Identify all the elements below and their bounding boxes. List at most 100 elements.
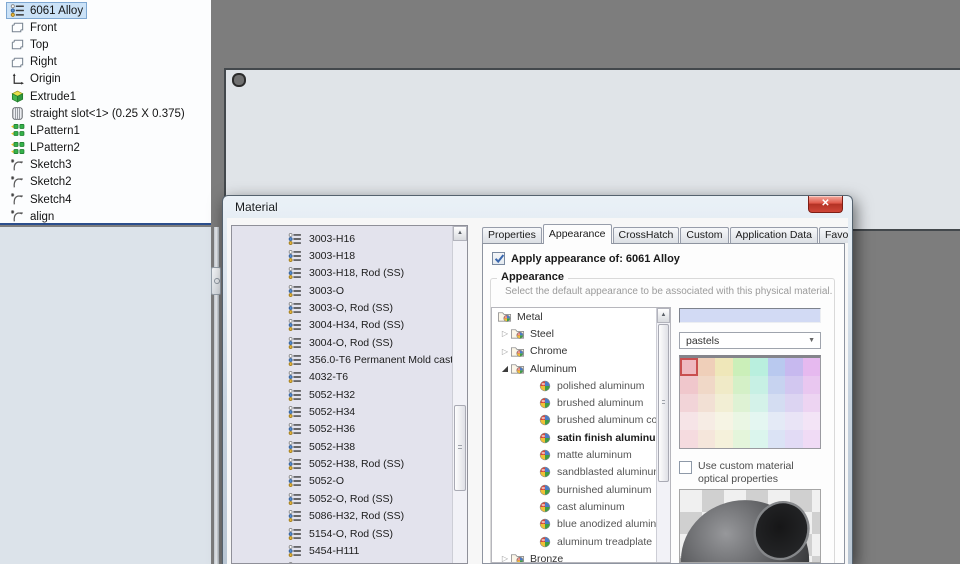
palette-color-cell[interactable] — [680, 358, 698, 376]
material-list-item[interactable]: 3003-H16 — [232, 230, 467, 247]
palette-color-cell[interactable] — [680, 430, 698, 448]
palette-color-cell[interactable] — [697, 412, 715, 430]
feature-tree-item[interactable]: Right — [0, 54, 211, 71]
material-list-item[interactable]: 5154-O, Rod (SS) — [232, 525, 467, 542]
feature-tree-item[interactable]: Sketch3 — [0, 157, 211, 174]
palette-color-cell[interactable] — [715, 376, 733, 394]
feature-tree-item[interactable]: align — [0, 208, 211, 225]
feature-tree-item-box[interactable]: 6061 Alloy — [6, 2, 88, 20]
appearance-tree-item[interactable]: aluminum treadplate — [492, 533, 670, 550]
appearance-tree-item[interactable]: polished aluminum — [492, 377, 670, 394]
feature-tree-item-box[interactable]: Extrude1 — [6, 88, 80, 105]
palette-color-cell[interactable] — [697, 394, 715, 412]
material-list-item[interactable]: 3004-H34, Rod (SS) — [232, 317, 467, 334]
palette-color-cell[interactable] — [785, 412, 803, 430]
material-list-item[interactable]: 5052-O, Rod (SS) — [232, 490, 467, 507]
feature-tree-item[interactable]: straight slot<1> (0.25 X 0.375) — [0, 105, 211, 122]
palette-color-cell[interactable] — [680, 412, 698, 430]
appearance-tree-item[interactable]: blue anodized aluminum — [492, 516, 670, 533]
feature-tree-item[interactable]: Sketch2 — [0, 174, 211, 191]
palette-color-cell[interactable] — [750, 394, 768, 412]
palette-color-cell[interactable] — [680, 394, 698, 412]
palette-color-cell[interactable] — [697, 376, 715, 394]
feature-tree-item-box[interactable]: Front — [6, 19, 61, 36]
apply-appearance-checkbox[interactable] — [492, 252, 505, 265]
apply-appearance-row[interactable]: Apply appearance of: 6061 Alloy — [492, 252, 680, 265]
appearance-tree-scrollbar[interactable]: ▲ — [656, 308, 670, 562]
appearance-tree-item[interactable]: ▷ Bronze — [492, 550, 670, 562]
palette-color-cell[interactable] — [732, 376, 750, 394]
palette-color-cell[interactable] — [732, 412, 750, 430]
material-list-item[interactable]: 3003-O, Rod (SS) — [232, 299, 467, 316]
expander-collapsed-icon[interactable]: ▷ — [500, 329, 510, 338]
appearance-tree-item[interactable]: brushed aluminum — [492, 394, 670, 411]
palette-color-cell[interactable] — [715, 412, 733, 430]
appearance-tree-item[interactable]: ▷ Chrome — [492, 343, 670, 360]
feature-tree-item[interactable]: LPattern1 — [0, 122, 211, 139]
scroll-up-icon[interactable]: ▲ — [657, 308, 670, 323]
feature-tree-item-box[interactable]: Sketch4 — [6, 191, 76, 208]
palette-color-cell[interactable] — [750, 430, 768, 448]
material-list-item[interactable]: 5454-H111 — [232, 542, 467, 559]
palette-color-cell[interactable] — [732, 358, 750, 376]
feature-tree-item[interactable]: Front — [0, 19, 211, 36]
material-list-item[interactable]: 5052-H34 — [232, 403, 467, 420]
appearance-tree-item[interactable]: matte aluminum — [492, 446, 670, 463]
appearance-tree-item[interactable]: satin finish aluminum — [492, 429, 670, 446]
appearance-tree-item[interactable]: brushed aluminum coarse — [492, 412, 670, 429]
palette-color-cell[interactable] — [802, 412, 820, 430]
feature-tree-item-box[interactable]: straight slot<1> (0.25 X 0.375) — [6, 105, 189, 122]
feature-tree-item[interactable]: LPattern2 — [0, 140, 211, 157]
material-list-item[interactable]: 5052-H38 — [232, 438, 467, 455]
tab-appearance[interactable]: Appearance — [542, 224, 612, 244]
palette-color-cell[interactable] — [767, 358, 785, 376]
material-list-item[interactable]: 5454-H112 — [232, 560, 467, 563]
palette-color-cell[interactable] — [785, 358, 803, 376]
expander-expanded-icon[interactable]: ◢ — [500, 364, 510, 373]
feature-tree-item-box[interactable]: Sketch3 — [6, 157, 76, 174]
palette-color-cell[interactable] — [750, 412, 768, 430]
palette-color-cell[interactable] — [767, 394, 785, 412]
palette-color-cell[interactable] — [697, 430, 715, 448]
appearance-tree-item[interactable]: sandblasted aluminum — [492, 464, 670, 481]
palette-color-cell[interactable] — [785, 376, 803, 394]
appearance-tree-item[interactable]: cast aluminum — [492, 498, 670, 515]
feature-tree-item[interactable]: Extrude1 — [0, 88, 211, 105]
palette-color-cell[interactable] — [750, 358, 768, 376]
feature-tree-item-box[interactable]: LPattern1 — [6, 122, 84, 139]
palette-color-cell[interactable] — [785, 394, 803, 412]
palette-color-cell[interactable] — [680, 376, 698, 394]
appearance-tree-item[interactable]: Metal — [492, 308, 670, 325]
palette-color-cell[interactable] — [697, 358, 715, 376]
appearance-tree-item[interactable]: burnished aluminum — [492, 481, 670, 498]
material-list-item[interactable]: 3003-H18 — [232, 247, 467, 264]
material-list-item[interactable]: 3003-H18, Rod (SS) — [232, 265, 467, 282]
palette-color-cell[interactable] — [732, 394, 750, 412]
custom-optical-row[interactable]: Use custom material optical properties — [679, 460, 821, 486]
slot-feature-shape[interactable] — [232, 73, 246, 87]
expander-collapsed-icon[interactable]: ▷ — [500, 347, 510, 356]
palette-color-cell[interactable] — [802, 430, 820, 448]
palette-color-cell[interactable] — [715, 358, 733, 376]
appearance-tree-scrollbar-thumb[interactable] — [658, 324, 669, 482]
dialog-titlebar[interactable]: Material ✕ — [223, 196, 852, 218]
material-list-item[interactable]: 4032-T6 — [232, 369, 467, 386]
palette-color-cell[interactable] — [767, 376, 785, 394]
palette-color-cell[interactable] — [802, 376, 820, 394]
palette-dropdown[interactable]: pastels ▼ — [679, 332, 821, 349]
material-list-item[interactable]: 3004-O, Rod (SS) — [232, 334, 467, 351]
palette-color-cell[interactable] — [767, 430, 785, 448]
tab-favorites[interactable]: Favorites — [819, 227, 848, 243]
tab-application-data[interactable]: Application Data — [729, 227, 819, 243]
appearance-tree-item[interactable]: ▷ Steel — [492, 325, 670, 342]
feature-tree-item-box[interactable]: Sketch2 — [6, 174, 76, 191]
feature-tree-item-box[interactable]: Top — [6, 36, 53, 53]
feature-tree-item[interactable]: Sketch4 — [0, 191, 211, 208]
palette-color-cell[interactable] — [767, 412, 785, 430]
palette-color-cell[interactable] — [802, 394, 820, 412]
feature-tree-item-box[interactable]: Origin — [6, 71, 65, 88]
expander-collapsed-icon[interactable]: ▷ — [500, 554, 510, 562]
material-list-item[interactable]: 5052-O — [232, 473, 467, 490]
tab-custom[interactable]: Custom — [680, 227, 729, 243]
palette-color-cell[interactable] — [715, 430, 733, 448]
